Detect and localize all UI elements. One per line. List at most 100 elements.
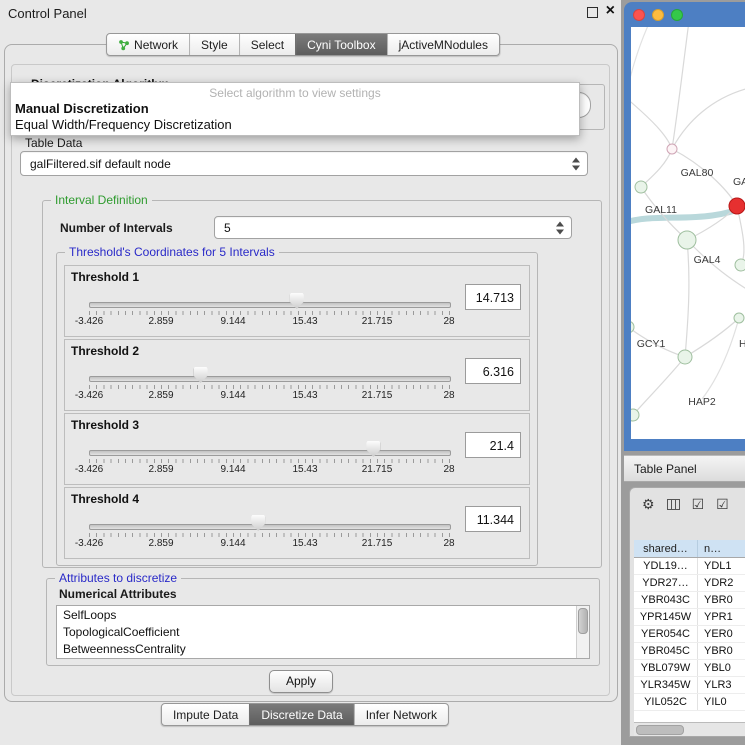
checkbox-icon-1[interactable]: ☑ (692, 496, 705, 512)
network-node[interactable] (631, 409, 639, 421)
node-table: shared…n… YDL19…YDL1YDR27…YDR2YBR043CYBR… (634, 540, 745, 722)
checkbox-icon-2[interactable]: ☑ (716, 496, 729, 512)
slider-scale-label: 9.144 (220, 390, 245, 401)
tab-select[interactable]: Select (239, 34, 295, 55)
table-cell: YBR0 (698, 592, 745, 608)
table-row[interactable]: YLR345WYLR3 (634, 677, 745, 694)
algorithm-dropdown-popup: Select algorithm to view settings Manual… (10, 82, 580, 136)
threshold-value-field[interactable]: 11.344 (465, 506, 521, 532)
horizontal-scrollbar[interactable] (634, 722, 745, 736)
threshold-slider-track[interactable] (89, 376, 451, 382)
slider-scale-label: 2.859 (148, 464, 173, 475)
attribute-list-item[interactable]: BetweennessCentrality (57, 640, 589, 657)
threshold-value-field[interactable]: 14.713 (465, 284, 521, 310)
network-edge[interactable] (685, 240, 689, 357)
algorithm-option[interactable]: Equal Width/Frequency Discretization (11, 117, 579, 133)
network-node[interactable] (635, 181, 647, 193)
interval-definition-title: Interval Definition (51, 193, 152, 207)
threshold-slider-track[interactable] (89, 450, 451, 456)
minimize-button[interactable] (652, 9, 664, 21)
scrollbar-thumb[interactable] (578, 608, 588, 634)
table-row[interactable]: YBL079WYBL0 (634, 660, 745, 677)
zoom-button[interactable] (671, 9, 683, 21)
network-node-pink[interactable] (667, 144, 677, 154)
tab-label: Style (201, 38, 228, 52)
node-label: GCY1 (637, 338, 666, 350)
table-cell: YPR145W (634, 609, 698, 625)
table-panel-title: Table Panel (634, 462, 697, 476)
table-row[interactable]: YDR27…YDR2 (634, 575, 745, 592)
tab-label: jActiveMNodules (399, 38, 488, 52)
table-row[interactable]: YDL19…YDL1 (634, 558, 745, 575)
slider-scale-label: 2.859 (148, 390, 173, 401)
network-edge[interactable] (631, 97, 672, 149)
network-canvas[interactable]: GAL80GAGAL11GAL4GCY1HHAP2 (631, 27, 745, 439)
slider-scale-label: -3.426 (75, 390, 103, 401)
network-edge[interactable] (641, 149, 672, 187)
table-cell: YIL052C (634, 694, 698, 710)
column-header[interactable]: n… (698, 540, 745, 557)
numerical-attributes-list[interactable]: SelfLoopsTopologicalCoefficientBetweenne… (56, 605, 590, 659)
column-header[interactable]: shared… (634, 540, 698, 557)
network-edge[interactable] (672, 27, 689, 149)
slider-scale-label: -3.426 (75, 464, 103, 475)
number-of-intervals-combobox[interactable]: 5 (214, 216, 572, 239)
network-node[interactable] (734, 313, 744, 323)
table-row[interactable]: YBR045CYBR0 (634, 643, 745, 660)
table-row[interactable]: YPR145WYPR1 (634, 609, 745, 626)
tab-jactivemnodules[interactable]: jActiveMNodules (387, 34, 499, 55)
cyni-bottom-tabbar: Impute DataDiscretize DataInfer Network (161, 703, 449, 726)
tab-cyni-toolbox[interactable]: Cyni Toolbox (295, 34, 386, 55)
control-panel-window: Control Panel × NetworkStyleSelectCyni T… (0, 0, 621, 745)
network-edge[interactable] (672, 87, 745, 149)
threshold-panel: Threshold 4-3.4262.8599.14415.4321.71528… (64, 487, 530, 559)
tab-network[interactable]: Network (107, 34, 189, 55)
scrollbar-thumb[interactable] (636, 725, 684, 735)
table-cell: YBR0 (698, 643, 745, 659)
window-traffic-lights (633, 9, 683, 21)
threshold-label: Threshold 2 (71, 344, 139, 358)
thresholds-group-title: Threshold's Coordinates for 5 Intervals (65, 245, 279, 259)
table-cell: YBL079W (634, 660, 698, 676)
slider-scale-label: 28 (443, 538, 454, 549)
network-edge[interactable] (633, 357, 685, 415)
slider-scale-label: 21.715 (362, 316, 393, 327)
threshold-value-field[interactable]: 21.4 (465, 432, 521, 458)
table-row[interactable]: YER054CYER0 (634, 626, 745, 643)
close-button[interactable] (633, 9, 645, 21)
tab-style[interactable]: Style (189, 34, 239, 55)
network-edge[interactable] (685, 318, 739, 357)
bottom-tab-impute-data[interactable]: Impute Data (162, 704, 249, 725)
algorithm-option[interactable]: Manual Discretization (11, 101, 579, 117)
slider-tick-marks (89, 385, 450, 389)
network-node-red[interactable] (729, 198, 745, 214)
settings-gear-icon[interactable]: ⚙ (642, 496, 655, 512)
slider-tick-marks (89, 459, 450, 463)
bottom-tab-discretize-data[interactable]: Discretize Data (249, 704, 353, 725)
list-scrollbar[interactable] (576, 606, 589, 658)
attribute-list-item[interactable]: TopologicalCoefficient (57, 623, 589, 640)
bottom-tab-infer-network[interactable]: Infer Network (354, 704, 448, 725)
threshold-slider-track[interactable] (89, 302, 451, 308)
apply-button[interactable]: Apply (269, 670, 333, 693)
network-node[interactable] (678, 231, 696, 249)
columns-icon[interactable] (667, 499, 680, 510)
network-edge[interactable] (631, 27, 651, 327)
threshold-slider-track[interactable] (89, 524, 451, 530)
float-window-icon[interactable] (587, 7, 598, 18)
algorithm-popup-prompt: Select algorithm to view settings (11, 85, 579, 101)
close-window-icon[interactable]: × (606, 3, 615, 19)
table-row[interactable]: YBR043CYBR0 (634, 592, 745, 609)
threshold-value-field[interactable]: 6.316 (465, 358, 521, 384)
table-cell: YDR2 (698, 575, 745, 591)
network-node[interactable] (678, 350, 692, 364)
network-node[interactable] (735, 259, 745, 271)
table-cell: YPR1 (698, 609, 745, 625)
table-row[interactable]: YIL052CYIL0 (634, 694, 745, 711)
network-edge[interactable] (702, 318, 739, 399)
attribute-list-item[interactable]: SelfLoops (57, 606, 589, 623)
table-data-combobox[interactable]: galFiltered.sif default node (20, 151, 588, 176)
tab-label: Select (251, 38, 284, 52)
network-edge[interactable] (737, 206, 744, 265)
table-cell: YIL0 (698, 694, 745, 710)
